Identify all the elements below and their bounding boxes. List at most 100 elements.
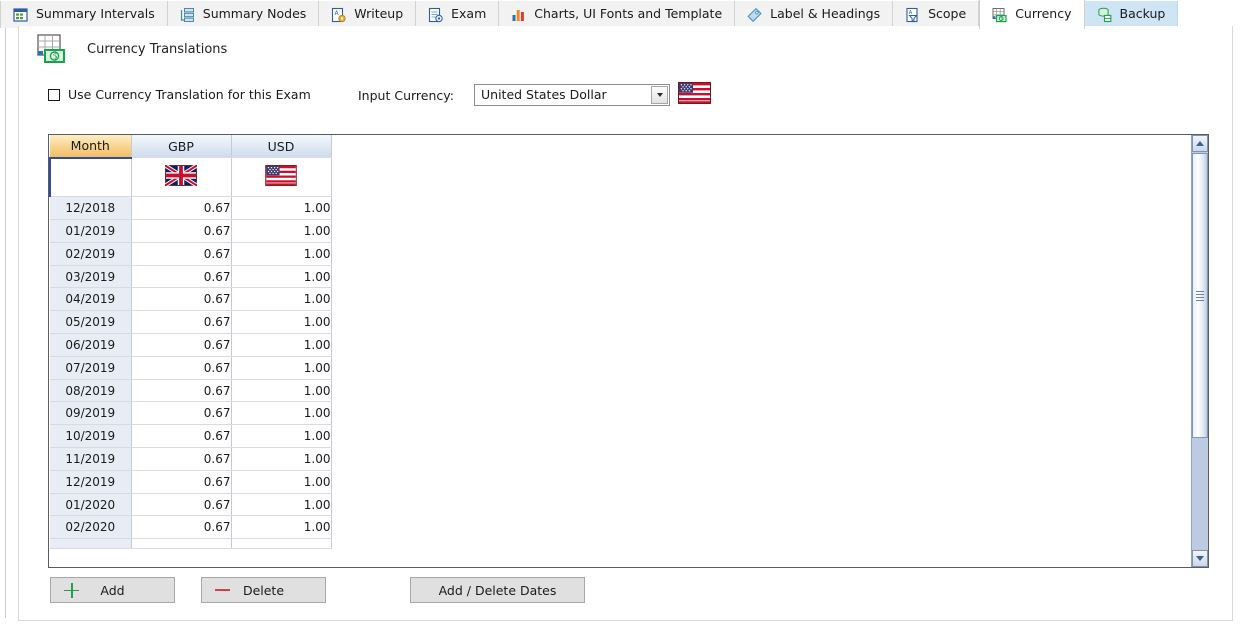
table-row[interactable]: 06/2019 0.67 1.00 <box>50 334 331 357</box>
cell-month[interactable]: 12/2018 <box>50 197 131 220</box>
cell-month[interactable]: 04/2019 <box>50 288 131 311</box>
table-row[interactable]: 09/2019 0.67 1.00 <box>50 402 331 425</box>
cell-month[interactable]: 10/2019 <box>50 425 131 448</box>
cell-month[interactable]: 06/2019 <box>50 334 131 357</box>
cell-gbp[interactable]: 0.67 <box>131 493 231 516</box>
cell-gbp[interactable]: 0.67 <box>131 242 231 265</box>
table-row[interactable]: 04/2019 0.67 1.00 <box>50 288 331 311</box>
cell-gbp[interactable]: 0.67 <box>131 334 231 357</box>
scroll-up-button[interactable] <box>1192 135 1208 152</box>
cell-usd[interactable] <box>231 539 331 549</box>
use-currency-translation-checkbox[interactable]: Use Currency Translation for this Exam <box>48 87 311 102</box>
cell-usd[interactable]: 1.00 <box>231 334 331 357</box>
cell-usd[interactable]: 1.00 <box>231 470 331 493</box>
usd-flag-cell[interactable] <box>231 158 331 197</box>
cell-usd[interactable]: 1.00 <box>231 220 331 243</box>
table-row[interactable]: 05/2019 0.67 1.00 <box>50 311 331 334</box>
checkbox-box[interactable] <box>48 89 60 101</box>
currency-rates-grid[interactable]: Month GBP USD <box>48 134 1209 568</box>
tab-summary-intervals[interactable]: Summary Intervals <box>0 1 168 28</box>
input-currency-select[interactable]: United States Dollar <box>474 84 670 106</box>
month-flag-cell-selected[interactable] <box>50 158 131 197</box>
tab-currency[interactable]: $ Currency <box>979 0 1084 29</box>
column-header-usd[interactable]: USD <box>231 135 331 158</box>
tab-charts-ui-fonts-template[interactable]: Charts, UI Fonts and Template <box>499 1 735 28</box>
tab-backup[interactable]: Backup <box>1085 1 1179 28</box>
document-funnel-icon: A <box>904 7 921 23</box>
chevron-down-icon[interactable] <box>651 86 668 104</box>
cell-usd[interactable]: 1.00 <box>231 402 331 425</box>
cell-usd[interactable]: 1.00 <box>231 379 331 402</box>
table-row[interactable]: 08/2019 0.67 1.00 <box>50 379 331 402</box>
table-row-partial[interactable] <box>50 539 331 549</box>
cell-month[interactable]: 03/2019 <box>50 265 131 288</box>
cell-usd[interactable]: 1.00 <box>231 516 331 539</box>
table-head: Month GBP USD <box>50 135 331 158</box>
cell-usd[interactable]: 1.00 <box>231 242 331 265</box>
table-row[interactable]: 07/2019 0.67 1.00 <box>50 356 331 379</box>
table-row[interactable]: 01/2020 0.67 1.00 <box>50 493 331 516</box>
cell-gbp[interactable]: 0.67 <box>131 220 231 243</box>
table-row[interactable]: 02/2020 0.67 1.00 <box>50 516 331 539</box>
cell-gbp[interactable]: 0.67 <box>131 311 231 334</box>
add-delete-dates-button[interactable]: Add / Delete Dates <box>410 577 585 603</box>
delete-button[interactable]: Delete <box>201 577 326 603</box>
table-row[interactable]: 03/2019 0.67 1.00 <box>50 265 331 288</box>
flag-us-icon <box>265 165 297 186</box>
cell-gbp[interactable]: 0.67 <box>131 379 231 402</box>
cell-month[interactable]: 08/2019 <box>50 379 131 402</box>
table-row[interactable]: 01/2019 0.67 1.00 <box>50 220 331 243</box>
cell-usd[interactable]: 1.00 <box>231 288 331 311</box>
tab-writeup[interactable]: A Writeup <box>319 1 416 28</box>
table-row[interactable]: 11/2019 0.67 1.00 <box>50 448 331 471</box>
tab-scope[interactable]: A Scope <box>893 1 979 28</box>
scroll-thumb[interactable] <box>1192 153 1208 438</box>
cell-month[interactable]: 05/2019 <box>50 311 131 334</box>
cell-month[interactable]: 11/2019 <box>50 448 131 471</box>
table-row[interactable]: 02/2019 0.67 1.00 <box>50 242 331 265</box>
cell-usd[interactable]: 1.00 <box>231 356 331 379</box>
column-header-month[interactable]: Month <box>50 135 131 158</box>
add-button[interactable]: Add <box>50 577 175 603</box>
cell-usd[interactable]: 1.00 <box>231 265 331 288</box>
grid-vertical-scrollbar[interactable] <box>1191 135 1208 567</box>
cell-gbp[interactable]: 0.67 <box>131 402 231 425</box>
cell-gbp[interactable]: 0.67 <box>131 288 231 311</box>
cell-gbp[interactable]: 0.67 <box>131 265 231 288</box>
tab-label: Charts, UI Fonts and Template <box>534 8 722 21</box>
cell-gbp[interactable]: 0.67 <box>131 448 231 471</box>
cell-month[interactable]: 12/2019 <box>50 470 131 493</box>
cell-month[interactable]: 02/2019 <box>50 242 131 265</box>
column-header-gbp[interactable]: GBP <box>131 135 231 158</box>
table-row[interactable]: 10/2019 0.67 1.00 <box>50 425 331 448</box>
cell-month[interactable]: 01/2019 <box>50 220 131 243</box>
table-row[interactable]: 12/2019 0.67 1.00 <box>50 470 331 493</box>
cell-gbp[interactable]: 0.67 <box>131 197 231 220</box>
cell-month[interactable]: 07/2019 <box>50 356 131 379</box>
cell-month[interactable]: 02/2020 <box>50 516 131 539</box>
cell-usd[interactable]: 1.00 <box>231 311 331 334</box>
cell-usd[interactable]: 1.00 <box>231 448 331 471</box>
tab-summary-nodes[interactable]: Summary Nodes <box>168 1 320 28</box>
cell-gbp[interactable] <box>131 539 231 549</box>
cell-gbp[interactable]: 0.67 <box>131 516 231 539</box>
cell-month[interactable]: 01/2020 <box>50 493 131 516</box>
tag-icon <box>746 7 763 23</box>
cell-month[interactable] <box>50 539 131 549</box>
cell-usd[interactable]: 1.00 <box>231 425 331 448</box>
cell-usd[interactable]: 1.00 <box>231 197 331 220</box>
add-button-label: Add <box>100 583 124 598</box>
gbp-flag-cell[interactable] <box>131 158 231 197</box>
tab-label-headings[interactable]: Label & Headings <box>735 1 893 28</box>
cell-gbp[interactable]: 0.67 <box>131 425 231 448</box>
svg-text:$: $ <box>53 51 58 60</box>
tab-exam[interactable]: Exam <box>416 1 499 28</box>
cell-gbp[interactable]: 0.67 <box>131 356 231 379</box>
cell-month[interactable]: 09/2019 <box>50 402 131 425</box>
scroll-down-button[interactable] <box>1192 550 1208 567</box>
table-row[interactable]: 12/2018 0.67 1.00 <box>50 197 331 220</box>
currency-panel: $ Currency Translations Use Currency Tra… <box>18 26 1233 621</box>
cell-gbp[interactable]: 0.67 <box>131 470 231 493</box>
cell-usd[interactable]: 1.00 <box>231 493 331 516</box>
delete-button-label: Delete <box>243 583 284 598</box>
